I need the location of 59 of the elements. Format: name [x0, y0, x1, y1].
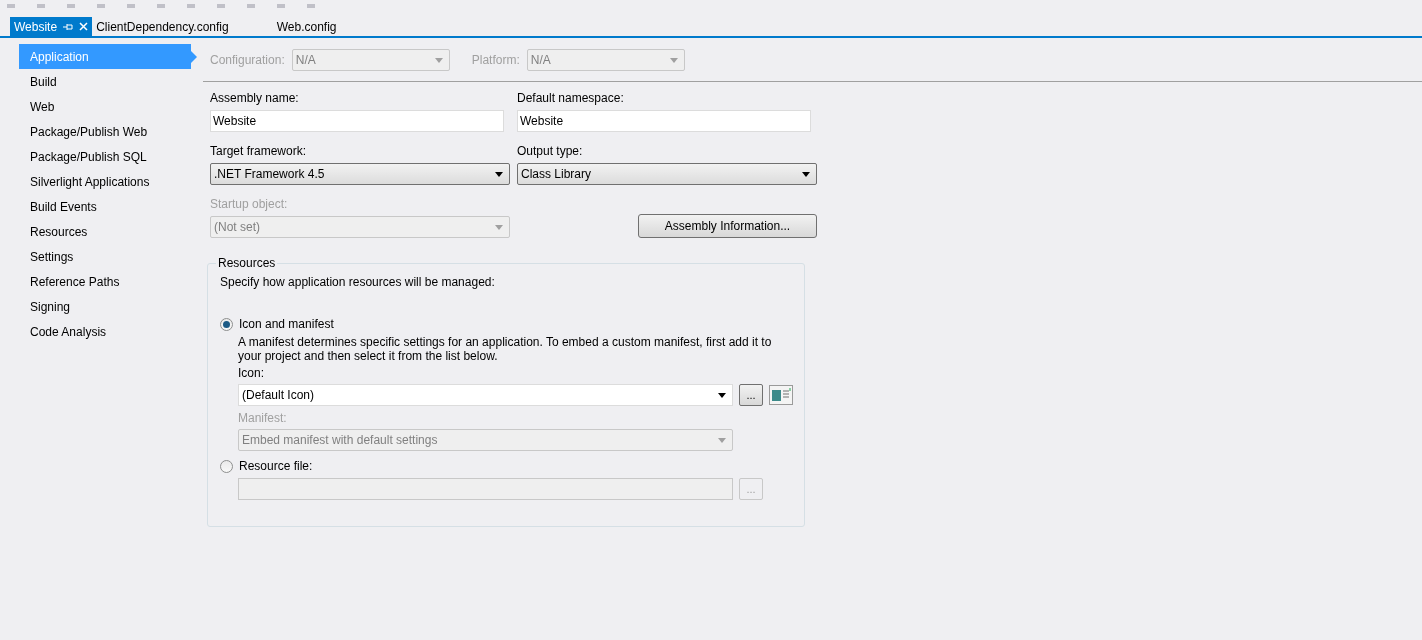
toolbar-icon[interactable] [126, 4, 136, 10]
field-label: Target framework: [210, 143, 308, 160]
sidebar-item[interactable]: Package/Publish SQL [19, 144, 191, 169]
sidebar-item[interactable]: Signing [19, 294, 191, 319]
toolbar-icon[interactable] [276, 4, 286, 10]
pin-icon[interactable] [63, 22, 74, 31]
close-icon[interactable] [79, 22, 89, 31]
dropdown-arrow-icon [802, 171, 810, 177]
field-label: Default namespace: [517, 90, 625, 107]
toolbar-icon[interactable] [156, 4, 166, 10]
dropdown-arrow-icon [434, 57, 443, 63]
toolbar-icon[interactable] [66, 4, 76, 10]
radio-button[interactable] [220, 317, 233, 331]
dropdown-arrow-icon [718, 437, 726, 443]
manifest-note: A manifest determines specific settings for an application. To embed a custom manifest, first add it to your project and then select it from the list below. [238, 335, 773, 363]
toolbar-icon[interactable] [186, 4, 196, 10]
sidebar-item[interactable]: Web [19, 94, 191, 119]
sidebar-item[interactable]: Build [19, 69, 191, 94]
toolbar-icon[interactable] [246, 4, 256, 10]
group-description: Specify how application resources will be managed: [220, 274, 496, 291]
radio-label: Icon and manifest [239, 316, 334, 333]
toolbar-icon[interactable] [96, 4, 106, 10]
sidebar-item[interactable]: Reference Paths [19, 269, 191, 294]
radio-label: Resource file: [239, 458, 313, 475]
dropdown-arrow-icon [495, 224, 503, 230]
dropdown[interactable]: Class Library [517, 163, 817, 185]
text-field[interactable]: Website [210, 110, 504, 132]
sidebar-item[interactable]: Settings [19, 244, 191, 269]
field-label: Output type: [517, 143, 584, 160]
dropdown[interactable]: .NET Framework 4.5 [210, 163, 510, 185]
sidebar-item[interactable]: Silverlight Applications [19, 169, 191, 194]
dropdown-arrow-icon [669, 57, 678, 63]
dropdown-arrow-icon [495, 171, 503, 177]
sidebar-item[interactable]: Build Events [19, 194, 191, 219]
icon-preview-icon [769, 385, 793, 405]
toolbar-icon[interactable] [306, 4, 316, 10]
sidebar-item[interactable]: Code Analysis [19, 319, 191, 344]
radio-button[interactable] [220, 459, 233, 473]
toolbar-icon[interactable] [216, 4, 226, 10]
browse-button[interactable]: ... [739, 384, 763, 406]
config-label: Platform: [471, 52, 520, 69]
sidebar-item[interactable]: Resources [19, 219, 191, 244]
document-tab[interactable]: Website [10, 17, 93, 36]
selection-arrow-icon [191, 50, 197, 63]
document-tab[interactable]: Web.config [272, 17, 341, 36]
field-label: Icon: [238, 365, 265, 382]
text-field[interactable]: Website [517, 110, 811, 132]
toolbar-icon[interactable] [6, 4, 16, 10]
icon-dropdown[interactable]: (Default Icon) [238, 384, 733, 406]
field-label: Assembly name: [210, 90, 300, 107]
field-label: Startup object: [210, 196, 289, 213]
assembly-information-button[interactable]: Assembly Information... [638, 214, 817, 238]
field-label: Manifest: [238, 410, 288, 427]
toolbar-icon[interactable] [36, 4, 46, 10]
config-label: Configuration: [210, 52, 285, 69]
group-title: Resources [217, 255, 277, 272]
document-tab[interactable]: ClientDependency.config [92, 17, 233, 36]
sidebar-item[interactable]: Package/Publish Web [19, 119, 191, 144]
dropdown-arrow-icon [718, 392, 726, 398]
